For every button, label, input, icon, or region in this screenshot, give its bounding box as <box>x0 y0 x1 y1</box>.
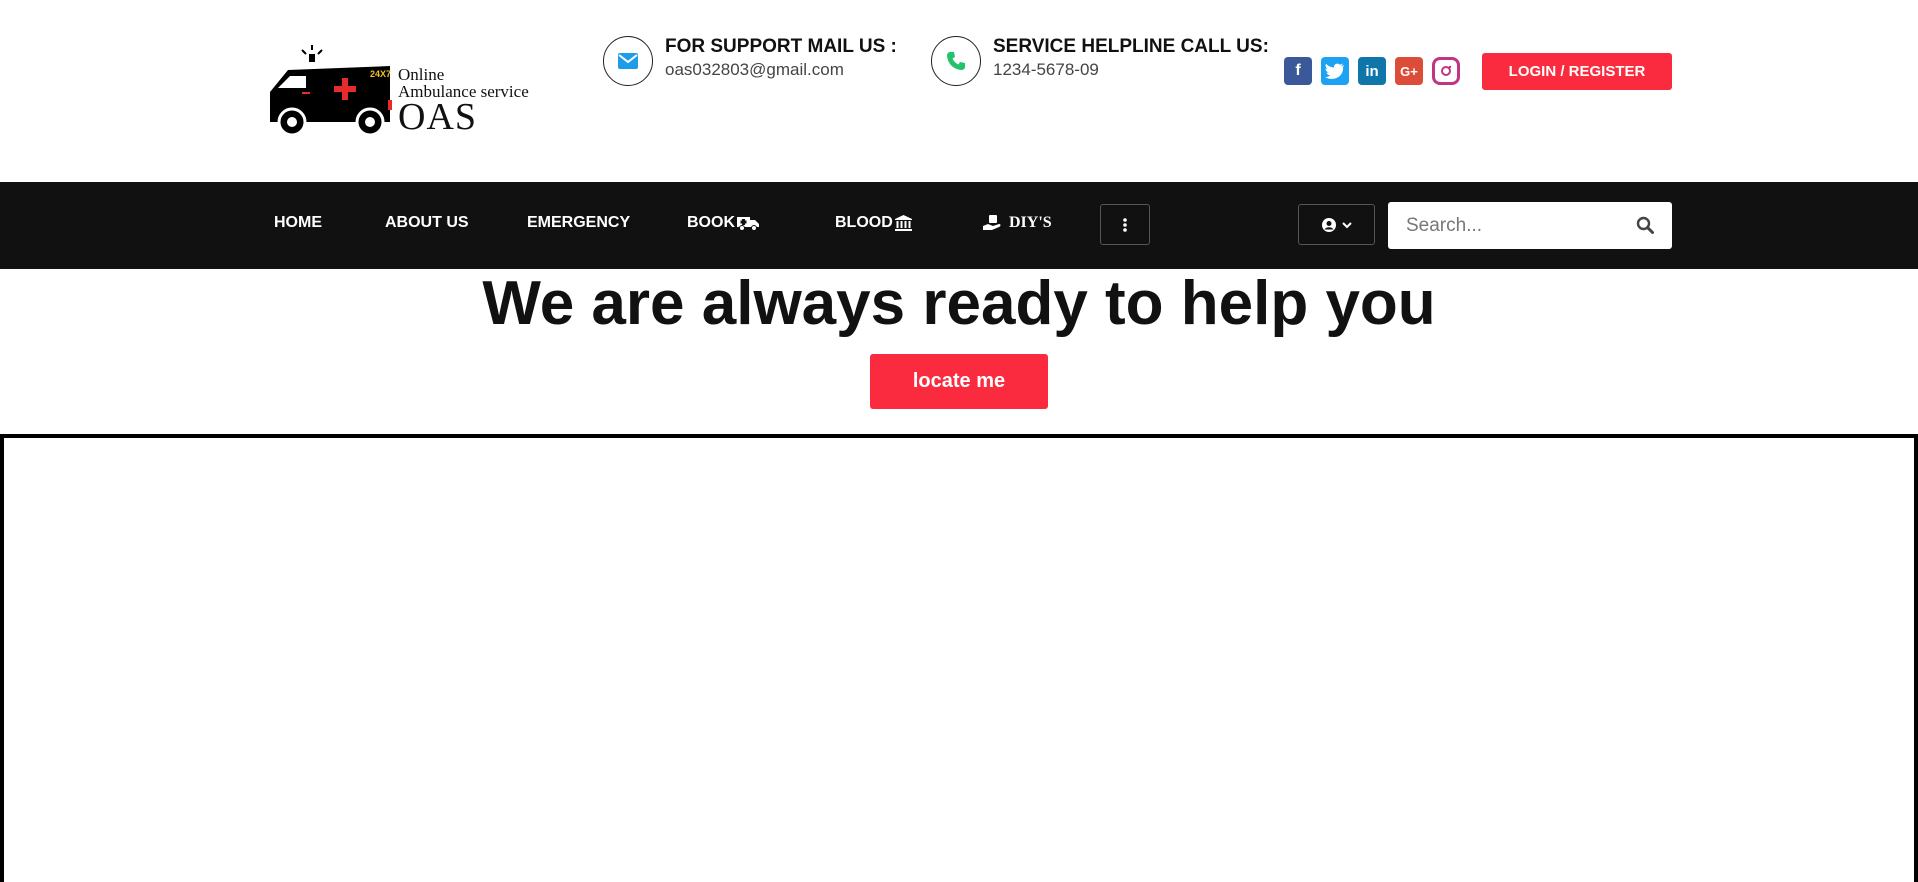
helpline-number[interactable]: 1234-5678-09 <box>993 60 1099 80</box>
support-mail-title: FOR SUPPORT MAIL US : <box>665 36 897 57</box>
nav-book-label: BOOK <box>687 214 735 231</box>
nav-blood[interactable]: BLOOD <box>835 214 912 232</box>
social-links: f in G+ <box>1284 57 1460 85</box>
nav-home[interactable]: HOME <box>274 214 322 232</box>
logo-text: Online Ambulance service OAS <box>398 66 529 136</box>
search-icon[interactable] <box>1636 216 1654 234</box>
site-logo[interactable]: 24X7 Online Ambulance service OAS <box>266 44 546 140</box>
logo-24x7-badge: 24X7 <box>370 69 392 79</box>
locate-me-button[interactable]: locate me <box>870 354 1048 409</box>
facebook-icon[interactable]: f <box>1284 57 1312 85</box>
main-navbar: HOME ABOUT US EMERGENCY BOOK BLOOD DIY'S… <box>0 182 1918 269</box>
envelope-icon <box>603 36 653 86</box>
logo-line-oas: OAS <box>398 96 478 138</box>
ambulance-logo-icon <box>270 45 392 137</box>
nav-about-us[interactable]: ABOUT US <box>385 214 469 232</box>
google-plus-icon[interactable]: G+ <box>1395 57 1423 85</box>
hero-title: We are always ready to help you <box>482 269 1436 338</box>
nav-about-label: ABOUT US <box>385 214 469 231</box>
top-header: 24X7 Online Ambulance service OAS FOR SU… <box>0 0 1918 182</box>
search-box <box>1388 202 1672 249</box>
phone-icon <box>931 36 981 86</box>
instagram-icon[interactable] <box>1432 57 1460 85</box>
nav-book[interactable]: BOOK <box>687 214 759 232</box>
map-frame[interactable] <box>0 434 1918 882</box>
support-mail-address[interactable]: oas032803@gmail.com <box>665 60 844 80</box>
helpline-title: SERVICE HELPLINE CALL US: <box>993 36 1269 57</box>
vertical-ellipsis-icon[interactable] <box>1100 204 1150 245</box>
search-input[interactable] <box>1388 202 1618 249</box>
hand-holding-icon <box>983 215 1001 230</box>
user-menu-button[interactable] <box>1298 204 1375 245</box>
nav-emergency[interactable]: EMERGENCY <box>527 214 630 232</box>
bank-icon <box>894 215 912 231</box>
linkedin-icon[interactable]: in <box>1358 57 1386 85</box>
nav-diys-label: DIY'S <box>1009 214 1052 231</box>
chevron-down-icon <box>1341 221 1352 228</box>
logo-line-online: Online <box>398 65 445 84</box>
nav-home-label: HOME <box>274 214 322 231</box>
ambulance-icon <box>737 217 759 231</box>
nav-emergency-label: EMERGENCY <box>527 214 631 231</box>
login-register-button[interactable]: LOGIN / REGISTER <box>1482 53 1672 90</box>
twitter-icon[interactable] <box>1321 57 1349 85</box>
user-circle-icon <box>1321 217 1336 232</box>
nav-blood-label: BLOOD <box>835 214 893 231</box>
nav-diys[interactable]: DIY'S <box>983 214 1052 232</box>
